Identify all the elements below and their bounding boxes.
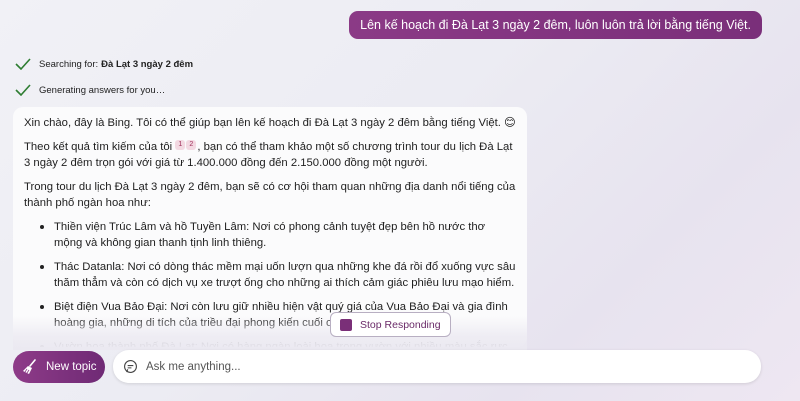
generating-text: Generating answers for you… <box>39 84 166 96</box>
user-message-bubble: Lên kế hoạch đi Đà Lạt 3 ngày 2 đêm, luô… <box>349 11 762 39</box>
answer-paragraph-1: Theo kết quả tìm kiếm của tôi 12, bạn có… <box>24 140 513 169</box>
answer-paragraph-2: Trong tour du lịch Đà Lạt 3 ngày 2 đêm, … <box>24 181 516 209</box>
list-item: Vườn hoa thành phố Đà Lạt: Nơi có hàng n… <box>40 339 516 347</box>
stop-responding-label: Stop Responding <box>360 318 441 331</box>
citation-1[interactable]: 1 <box>175 140 186 150</box>
stop-icon <box>340 318 352 331</box>
list-item: Thác Datanla: Nơi có dòng thác mềm mại u… <box>40 259 516 291</box>
check-icon <box>15 58 31 70</box>
searching-query: Đà Lạt 3 ngày 2 đêm <box>101 58 194 70</box>
bot-answer-card: Xin chào, đây là Bing. Tôi có thể giúp b… <box>13 107 527 347</box>
new-topic-button[interactable]: New topic <box>13 351 105 383</box>
citation-2[interactable]: 2 <box>186 140 197 150</box>
answer-greeting: Xin chào, đây là Bing. Tôi có thể giúp b… <box>24 117 516 129</box>
stop-responding-button[interactable]: Stop Responding <box>330 312 451 337</box>
status-searching: Searching for: Đà Lạt 3 ngày 2 đêm <box>15 58 193 70</box>
new-topic-label: New topic <box>46 361 97 373</box>
list-item: Thiền viện Trúc Lâm và hồ Tuyền Lâm: Nơi… <box>40 219 516 251</box>
ask-input-container[interactable] <box>113 350 761 383</box>
check-icon <box>15 84 31 96</box>
status-generating: Generating answers for you… <box>15 84 165 96</box>
chat-bubble-icon <box>124 360 137 373</box>
searching-prefix: Searching for: <box>39 58 99 70</box>
broom-icon <box>23 359 36 374</box>
ask-input[interactable] <box>146 360 706 373</box>
